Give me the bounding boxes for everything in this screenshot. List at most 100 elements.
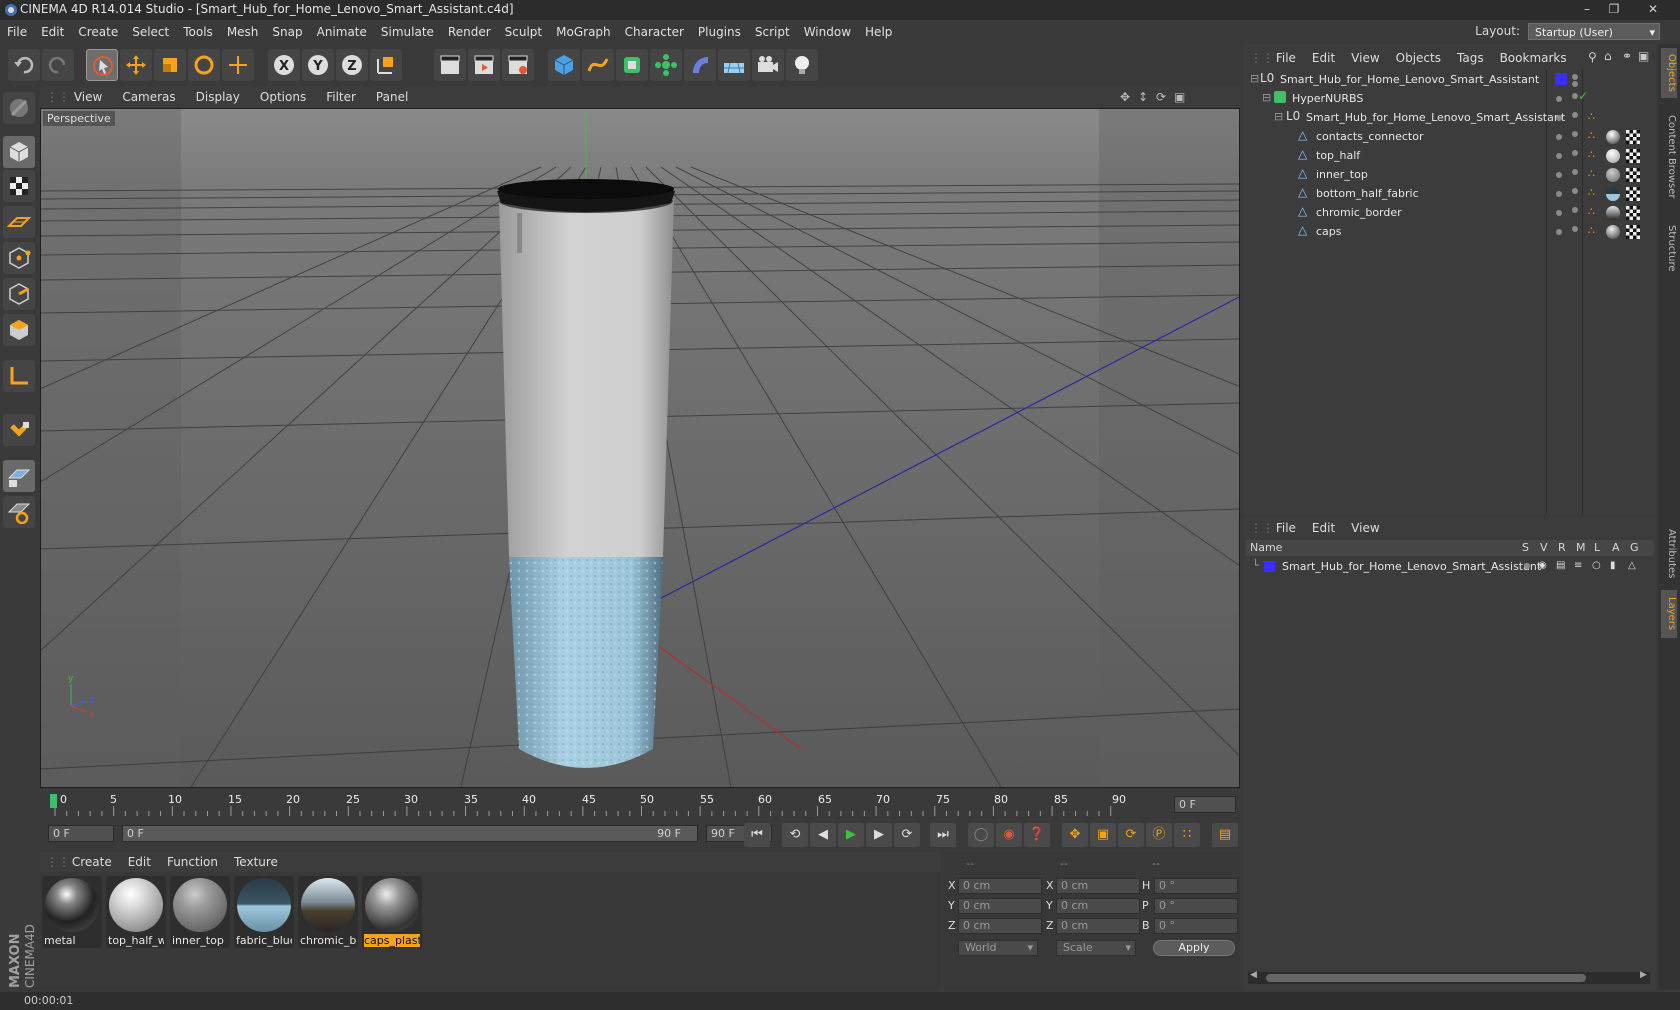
render-visibility-dot[interactable] <box>1572 150 1578 156</box>
render-visibility-dot[interactable] <box>1572 169 1578 175</box>
menu-script[interactable]: Script <box>748 21 797 43</box>
rot-h-field[interactable]: 0 ° <box>1154 878 1238 894</box>
restore-button[interactable]: ❐ <box>1601 1 1627 17</box>
pos-z-field[interactable]: 0 cm <box>958 918 1042 934</box>
editor-visibility-dot[interactable] <box>1556 172 1562 178</box>
col-locked[interactable]: L <box>1594 541 1600 554</box>
tab-layers[interactable]: Layers <box>1661 590 1677 638</box>
record-keys-button[interactable]: ◯ <box>968 823 994 847</box>
move-tool-button[interactable] <box>120 49 152 81</box>
pos-x-field[interactable]: 0 cm <box>958 878 1042 894</box>
object-row-top-half[interactable]: △ top_half ∴ <box>1244 146 1656 166</box>
material-top-half[interactable]: top_half_w <box>106 876 166 948</box>
material-caps-plastic[interactable]: caps_plasti <box>362 876 422 948</box>
tab-objects[interactable]: Objects <box>1661 48 1677 98</box>
menu-mesh[interactable]: Mesh <box>220 21 266 43</box>
size-y-field[interactable]: 0 cm <box>1056 898 1140 914</box>
menu-file[interactable]: File <box>0 21 34 43</box>
object-row-root[interactable]: ⊟ L0 Smart_Hub_for_Home_Lenovo_Smart_Ass… <box>1244 70 1656 90</box>
texture-tag-icon[interactable] <box>1626 206 1640 220</box>
coordinate-system-button[interactable] <box>370 49 402 81</box>
col-generators[interactable]: G <box>1630 541 1639 554</box>
lock-icon[interactable]: ○ <box>1592 560 1601 571</box>
key-scale-button[interactable]: ▣ <box>1090 823 1116 847</box>
scrollbar-thumb[interactable] <box>1266 974 1586 982</box>
go-to-end-button[interactable]: ⏭ <box>930 823 956 847</box>
layer-row[interactable]: └ Smart_Hub_for_Home_Lenovo_Smart_Assist… <box>1246 558 1654 576</box>
editor-visibility-dot[interactable] <box>1556 134 1562 140</box>
apply-button[interactable]: Apply <box>1153 940 1235 956</box>
manager-icon[interactable]: ≡ <box>1574 560 1582 571</box>
menu-create[interactable]: Create <box>71 21 125 43</box>
layer-color-swatch[interactable] <box>1555 73 1567 85</box>
material-menu-create[interactable]: Create <box>64 852 120 872</box>
light-button[interactable] <box>786 49 818 81</box>
transform-tool-button[interactable] <box>222 49 254 81</box>
pos-y-field[interactable]: 0 cm <box>958 898 1042 914</box>
menu-help[interactable]: Help <box>858 21 899 43</box>
scale-tool-button[interactable] <box>154 49 186 81</box>
rot-b-field[interactable]: 0 ° <box>1154 918 1238 934</box>
col-view[interactable]: V <box>1540 541 1548 554</box>
new-window-icon[interactable]: ▣ <box>1638 49 1649 63</box>
size-z-field[interactable]: 0 cm <box>1056 918 1140 934</box>
camera-button[interactable] <box>752 49 784 81</box>
layer-color-swatch[interactable] <box>1264 561 1275 572</box>
play-button[interactable]: ▶ <box>838 823 864 847</box>
toggle-view-icon[interactable]: ▣ <box>1174 90 1185 104</box>
material-menu-edit[interactable]: Edit <box>120 852 159 872</box>
menu-mograph[interactable]: MoGraph <box>549 21 618 43</box>
live-selection-button[interactable] <box>86 49 118 81</box>
material-menu-function[interactable]: Function <box>159 852 226 872</box>
texture-tag-icon[interactable] <box>1626 187 1640 201</box>
material-metal[interactable]: metal <box>42 876 102 948</box>
lm-menu-file[interactable]: File <box>1268 518 1304 538</box>
object-row-hypernurbs[interactable]: ⊟ HyperNURBS ✓ <box>1244 89 1656 109</box>
lm-menu-view[interactable]: View <box>1343 518 1387 538</box>
menu-character[interactable]: Character <box>618 21 691 43</box>
phong-tag-icon[interactable]: ∴ <box>1588 205 1595 218</box>
material-tag-icon[interactable] <box>1606 168 1620 182</box>
nurbs-button[interactable] <box>616 49 648 81</box>
texture-tag-icon[interactable] <box>1626 168 1640 182</box>
menu-window[interactable]: Window <box>797 21 858 43</box>
object-row-contacts-connector[interactable]: △ contacts_connector ∴ <box>1244 127 1656 147</box>
viewport-menu-cameras[interactable]: Cameras <box>112 87 185 108</box>
layout-select[interactable]: Startup (User) ▾ <box>1528 23 1660 40</box>
viewport-menu-view[interactable]: View <box>64 87 112 108</box>
menu-snap[interactable]: Snap <box>265 21 309 43</box>
object-row-caps[interactable]: △ caps ∴ <box>1244 222 1656 242</box>
material-fabric-blue[interactable]: fabric_blue <box>234 876 294 948</box>
cube-object-button[interactable] <box>548 49 580 81</box>
next-frame-button[interactable]: ▶ <box>866 823 892 847</box>
scroll-left-icon[interactable]: ◀ <box>1250 970 1257 980</box>
object-row-inner-top[interactable]: △ inner_top ∴ <box>1244 165 1656 185</box>
layer-solo-toggle[interactable] <box>1524 563 1530 569</box>
move-view-icon[interactable]: ✥ <box>1120 90 1130 104</box>
material-tag-icon[interactable] <box>1606 225 1620 239</box>
viewport-menu-display[interactable]: Display <box>186 87 250 108</box>
om-menu-objects[interactable]: Objects <box>1388 48 1449 68</box>
minimize-button[interactable]: – <box>1574 1 1600 17</box>
editor-visibility-dot[interactable] <box>1556 115 1562 121</box>
lm-menu-edit[interactable]: Edit <box>1304 518 1343 538</box>
home-icon[interactable]: ⌂ <box>1604 49 1612 63</box>
key-position-button[interactable]: ✥ <box>1062 823 1088 847</box>
om-menu-edit[interactable]: Edit <box>1304 48 1343 68</box>
edges-mode-button[interactable] <box>3 278 35 310</box>
material-tag-icon[interactable] <box>1606 187 1620 201</box>
render-view-button[interactable] <box>434 49 466 81</box>
collapse-icon[interactable]: ⊟ <box>1262 91 1271 104</box>
timeline-ruler[interactable]: 0 5 10 15 20 25 30 35 40 45 50 55 60 65 … <box>40 790 1240 820</box>
make-editable-button[interactable] <box>3 92 35 124</box>
render-icon[interactable]: ▤ <box>1556 560 1565 571</box>
material-tag-icon[interactable] <box>1606 149 1620 163</box>
scroll-right-icon[interactable]: ▶ <box>1640 970 1647 980</box>
menu-select[interactable]: Select <box>125 21 176 43</box>
key-parameter-button[interactable]: Ⓟ <box>1146 823 1172 847</box>
previous-frame-button[interactable]: ◀ <box>810 823 836 847</box>
render-visibility-dot[interactable] <box>1572 226 1578 232</box>
zoom-view-icon[interactable]: ↕ <box>1138 90 1148 104</box>
enable-workplane-button[interactable] <box>3 460 35 492</box>
material-tag-icon[interactable] <box>1606 130 1620 144</box>
